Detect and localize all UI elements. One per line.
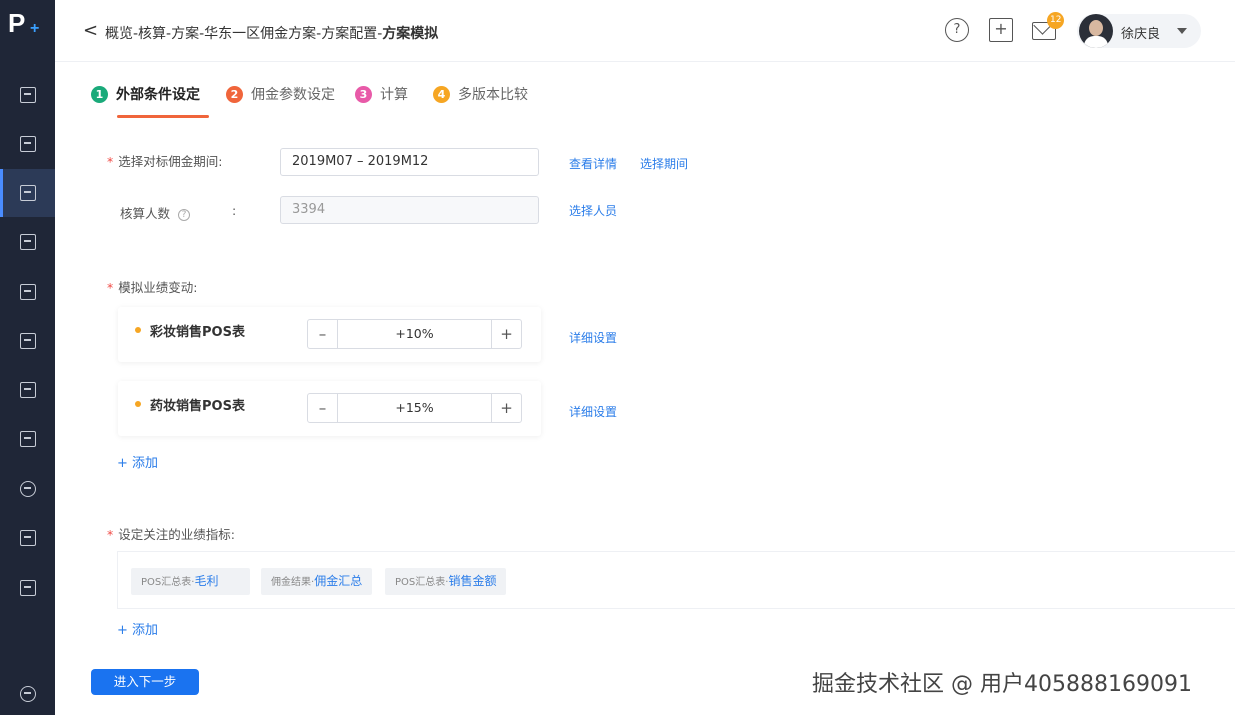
file-transfer-icon — [19, 431, 36, 447]
sidebar: P + — [0, 0, 55, 715]
headcount-input: 3394 — [280, 196, 539, 224]
headcount-colon: : — [232, 203, 237, 218]
sidebar-item-calendar[interactable] — [0, 268, 55, 316]
export-document-icon — [19, 234, 36, 250]
step-external-conditions[interactable]: 1 外部条件设定 — [91, 84, 200, 104]
metric-tag-prefix: 佣金结果· — [271, 577, 315, 588]
percent-stepper[interactable]: – +15% + — [307, 393, 522, 423]
metric-tag[interactable]: POS汇总表·毛利 — [131, 568, 250, 595]
metric-tag[interactable]: 佣金结果·佣金汇总 — [261, 568, 373, 595]
sidebar-item-edit-document[interactable] — [0, 169, 55, 217]
simulate-item-name: 药妆销售POS表 — [150, 399, 245, 414]
question-icon[interactable]: ? — [178, 209, 191, 221]
increment-button[interactable]: + — [491, 394, 521, 422]
active-step-indicator — [117, 115, 209, 118]
calendar-icon — [19, 284, 36, 300]
add-metric-link[interactable]: + 添加 — [117, 619, 158, 638]
notification-badge: 12 — [1047, 12, 1065, 29]
edit-document-icon — [19, 185, 36, 201]
percent-stepper[interactable]: – +10% + — [307, 319, 522, 349]
metric-tag-name: 佣金汇总 — [314, 574, 363, 588]
logo-plus: + — [30, 20, 40, 37]
logo-letter: P — [8, 8, 26, 38]
select-period-link[interactable]: 选择期间 — [640, 155, 688, 172]
detail-settings-link[interactable]: 详细设置 — [569, 329, 617, 346]
sidebar-item-search-report[interactable] — [0, 120, 55, 168]
sidebar-item-apps[interactable] — [0, 71, 55, 119]
user-name: 徐庆良 — [1121, 27, 1161, 42]
sidebar-item-monitor[interactable] — [0, 317, 55, 365]
metrics-label-text: 设定关注的业绩指标: — [118, 527, 235, 542]
decrement-button[interactable]: – — [308, 320, 338, 348]
stepper-value[interactable]: +15% — [338, 394, 491, 422]
decrement-button[interactable]: – — [308, 394, 338, 422]
add-file-icon[interactable]: + — [989, 18, 1013, 42]
step-number: 4 — [433, 85, 450, 103]
bullet-dot — [135, 401, 141, 407]
app-logo[interactable]: P + — [8, 8, 48, 48]
wizard-steps: 1 外部条件设定 2 佣金参数设定 3 计算 4 多版本比较 — [55, 62, 1235, 120]
step-calculate[interactable]: 3 计算 — [355, 84, 408, 104]
add-simulation-link[interactable]: + 添加 — [117, 452, 158, 471]
step-label: 佣金参数设定 — [251, 87, 335, 103]
period-label: * 选择对标佣金期间: — [107, 154, 223, 169]
headcount-label: 核算人数? — [120, 203, 191, 222]
breadcrumb-path[interactable]: 概览-核算-方案-华东一区佣金方案-方案配置- — [105, 26, 382, 42]
breadcrumb: 概览-核算-方案-华东一区佣金方案-方案配置-方案模拟 — [105, 23, 438, 43]
bullet-dot — [135, 327, 141, 333]
sidebar-item-id-card[interactable] — [0, 366, 55, 414]
next-step-button[interactable]: 进入下一步 — [91, 669, 199, 695]
monitor-icon — [19, 333, 36, 349]
detail-settings-link[interactable]: 详细设置 — [569, 403, 617, 420]
metrics-tag-box: POS汇总表·毛利 佣金结果·佣金汇总 POS汇总表·销售金额 — [117, 551, 1235, 609]
simulate-item-card: 彩妆销售POS表 – +10% + — [118, 307, 541, 362]
import-icon — [19, 530, 36, 546]
step-label: 计算 — [380, 87, 408, 103]
step-number: 3 — [355, 85, 372, 103]
headcount-label-text: 核算人数 — [120, 206, 171, 221]
period-label-text: 选择对标佣金期间: — [118, 154, 223, 169]
sidebar-item-file-transfer[interactable] — [0, 415, 55, 463]
metric-tag-name: 销售金额 — [448, 574, 497, 588]
step-label: 外部条件设定 — [116, 87, 200, 103]
apps-grid-icon — [19, 87, 36, 103]
metric-tag-name: 毛利 — [194, 574, 219, 588]
simulate-item-card: 药妆销售POS表 – +15% + — [118, 381, 541, 436]
sidebar-item-import[interactable] — [0, 514, 55, 562]
caret-down-icon — [1177, 28, 1187, 34]
step-label: 多版本比较 — [458, 87, 528, 103]
increment-button[interactable]: + — [491, 320, 521, 348]
help-icon[interactable]: ? — [945, 18, 969, 42]
analytics-chart-icon — [19, 580, 36, 596]
share-nodes-icon — [19, 481, 36, 497]
avatar — [1079, 14, 1113, 48]
metric-tag-prefix: POS汇总表· — [395, 577, 449, 588]
id-card-icon — [19, 382, 36, 398]
step-commission-params[interactable]: 2 佣金参数设定 — [226, 84, 335, 104]
settings-gear-icon — [19, 686, 36, 702]
step-version-compare[interactable]: 4 多版本比较 — [433, 84, 528, 104]
stepper-value[interactable]: +10% — [338, 320, 491, 348]
sidebar-item-share[interactable] — [0, 465, 55, 513]
simulate-label-text: 模拟业绩变动: — [118, 280, 198, 295]
simulate-label: * 模拟业绩变动: — [107, 280, 198, 295]
metric-tag[interactable]: POS汇总表·销售金额 — [385, 568, 507, 595]
metrics-label: * 设定关注的业绩指标: — [107, 527, 235, 542]
select-people-link[interactable]: 选择人员 — [569, 202, 617, 219]
step-number: 2 — [226, 85, 243, 103]
sidebar-item-settings[interactable] — [0, 670, 55, 718]
period-range-input[interactable]: 2019M07 – 2019M12 — [280, 148, 539, 176]
simulate-item-name: 彩妆销售POS表 — [150, 325, 245, 340]
sidebar-item-analytics[interactable] — [0, 564, 55, 612]
metric-tag-prefix: POS汇总表· — [141, 577, 195, 588]
search-report-icon — [19, 136, 36, 152]
watermark: 掘金技术社区 @ 用户405888169091 — [812, 672, 1192, 697]
view-detail-link[interactable]: 查看详情 — [569, 155, 617, 172]
user-menu[interactable]: 徐庆良 — [1077, 14, 1201, 48]
breadcrumb-current: 方案模拟 — [382, 26, 439, 42]
step-number: 1 — [91, 85, 108, 103]
sidebar-item-export[interactable] — [0, 218, 55, 266]
top-header: < 概览-核算-方案-华东一区佣金方案-方案配置-方案模拟 ? + 12 徐庆良 — [55, 0, 1235, 62]
back-arrow-icon[interactable]: < — [83, 20, 98, 41]
